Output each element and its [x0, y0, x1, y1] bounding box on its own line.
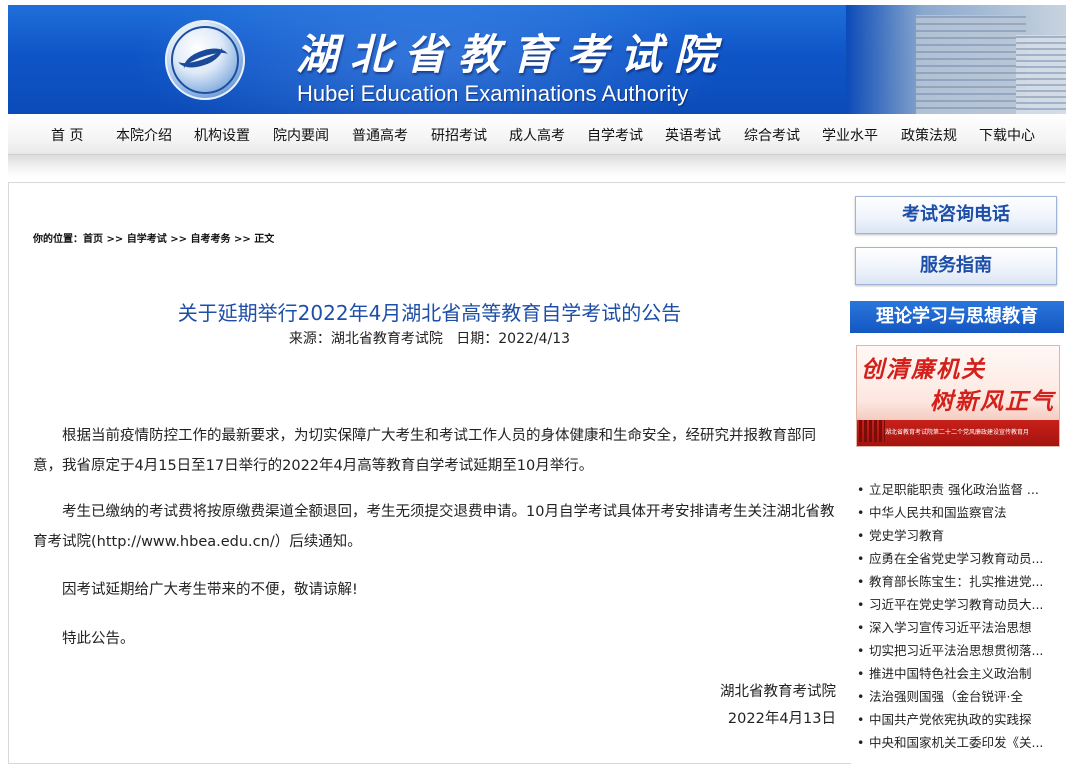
article-paragraph: 因考试延期给广大考生带来的不便，敬请谅解! — [62, 582, 358, 598]
bullet-icon: • — [857, 620, 865, 635]
news-item[interactable]: • 深入学习宣传习近平法治思想 — [857, 617, 1063, 637]
bullet-icon: • — [857, 597, 865, 612]
nav-item-general[interactable]: 综合考试 — [744, 125, 800, 145]
bullet-icon: • — [857, 551, 865, 566]
bullet-icon: • — [857, 712, 865, 727]
news-item[interactable]: • 切实把习近平法治思想贯彻落... — [857, 640, 1063, 660]
breadcrumb-current: 正文 — [254, 234, 275, 245]
nav-item-policy[interactable]: 政策法规 — [901, 125, 957, 145]
news-item-label: 习近平在党史学习教育动员大... — [868, 597, 1044, 612]
nav-item-adult[interactable]: 成人高考 — [509, 125, 565, 145]
promo-line-2: 树新风正气 — [930, 388, 1055, 415]
news-item-label: 中央和国家机关工委印发《关... — [868, 735, 1044, 750]
breadcrumb: 你的位置：首页 >> 自学考试 >> 自考考务 >> 正文 — [33, 230, 274, 245]
news-item-label: 深入学习宣传习近平法治思想 — [868, 620, 1032, 635]
signature-org: 湖北省教育考试院 — [720, 684, 836, 700]
site-banner: 湖北省教育考试院 Hubei Education Examinations Au… — [8, 5, 1066, 114]
sidebar: 考试咨询电话 服务指南 理论学习与思想教育 创清廉机关 树新风正气 湖北省教育考… — [849, 182, 1065, 763]
news-item[interactable]: • 教育部长陈宝生：扎实推进党... — [857, 571, 1063, 591]
main-nav: 首 页 本院介绍 机构设置 院内要闻 普通高考 研招考试 成人高考 自学考试 英… — [8, 114, 1066, 155]
nav-item-about[interactable]: 本院介绍 — [116, 125, 172, 145]
news-item-label: 中华人民共和国监察官法 — [868, 505, 1007, 520]
news-item-label: 法治强则国强（金台锐评·全 — [868, 689, 1023, 704]
news-item-label: 应勇在全省党史学习教育动员... — [868, 551, 1044, 566]
news-item-label: 切实把习近平法治思想贯彻落... — [868, 643, 1044, 658]
article-paragraph: 特此公告。 — [62, 631, 135, 647]
news-item-label: 立足职能职责 强化政治监督 ... — [868, 482, 1039, 497]
breadcrumb-prefix: 你的位置： — [33, 234, 83, 245]
article-title: 关于延期举行2022年4月湖北省高等教育自学考试的公告 — [177, 301, 682, 325]
news-item-label: 党史学习教育 — [868, 528, 944, 543]
news-item-label: 中国共产党依宪执政的实践探 — [868, 712, 1032, 727]
breadcrumb-selfstudy[interactable]: 自学考试 — [127, 234, 167, 245]
integrity-promo-banner[interactable]: 创清廉机关 树新风正气 湖北省教育考试院第二十二个党风廉政建设宣传教育月 — [856, 345, 1060, 447]
bullet-icon: • — [857, 505, 865, 520]
nav-item-selfstudy[interactable]: 自学考试 — [587, 125, 643, 145]
news-item-label: 教育部长陈宝生：扎实推进党... — [868, 574, 1044, 589]
building-image — [846, 5, 1066, 114]
news-item[interactable]: • 中国共产党依宪执政的实践探 — [857, 709, 1063, 729]
exam-hotline-button[interactable]: 考试咨询电话 — [855, 196, 1057, 234]
nav-item-postgrad[interactable]: 研招考试 — [431, 125, 487, 145]
article-paragraph: 考生已缴纳的考试费将按原缴费渠道全额退回，考生无须提交退费申请。10月自学考试具… — [33, 504, 835, 550]
news-item[interactable]: • 习近平在党史学习教育动员大... — [857, 594, 1063, 614]
bullet-icon: • — [857, 689, 865, 704]
news-item[interactable]: • 立足职能职责 强化政治监督 ... — [857, 479, 1063, 499]
nav-item-academic[interactable]: 学业水平 — [822, 125, 878, 145]
bullet-icon: • — [857, 666, 865, 681]
breadcrumb-sep: >> — [103, 234, 127, 245]
building-tower-2 — [1016, 35, 1066, 114]
breadcrumb-sep: >> — [166, 234, 191, 245]
nav-shadow — [8, 155, 1066, 177]
bullet-icon: • — [857, 574, 865, 589]
promo-caption: 湖北省教育考试院第二十二个党风廉政建设宣传教育月 — [885, 429, 1030, 436]
article-paragraph: 根据当前疫情防控工作的最新要求，为切实保障广大考生和考试工作人员的身体健康和生命… — [33, 428, 816, 474]
news-item[interactable]: • 党史学习教育 — [857, 525, 1063, 545]
news-item-label: 推进中国特色社会主义政治制 — [868, 666, 1032, 681]
breadcrumb-home[interactable]: 首页 — [83, 234, 103, 245]
hbea-logo-icon[interactable] — [165, 20, 245, 100]
nav-item-download[interactable]: 下载中心 — [979, 125, 1035, 145]
news-item[interactable]: • 法治强则国强（金台锐评·全 — [857, 686, 1063, 706]
news-item[interactable]: • 应勇在全省党史学习教育动员... — [857, 548, 1063, 568]
bullet-icon: • — [857, 482, 865, 497]
nav-item-structure[interactable]: 机构设置 — [194, 125, 250, 145]
nav-item-news[interactable]: 院内要闻 — [273, 125, 329, 145]
news-item[interactable]: • 推进中国特色社会主义政治制 — [857, 663, 1063, 683]
article-meta: 来源：湖北省教育考试院 日期：2022/4/13 — [288, 331, 571, 347]
bullet-icon: • — [857, 528, 865, 543]
breadcrumb-sep: >> — [230, 234, 255, 245]
article-panel: 你的位置：首页 >> 自学考试 >> 自考考务 >> 正文 关于延期举行2022… — [8, 182, 851, 764]
theory-education-header[interactable]: 理论学习与思想教育 — [850, 301, 1064, 333]
skyline-icon — [859, 420, 885, 442]
bullet-icon: • — [857, 735, 865, 750]
site-title-en: Hubei Education Examinations Authority — [297, 81, 689, 106]
news-item[interactable]: • 中华人民共和国监察官法 — [857, 502, 1063, 522]
nav-item-gaokao[interactable]: 普通高考 — [352, 125, 408, 145]
service-guide-button[interactable]: 服务指南 — [855, 247, 1057, 285]
nav-item-english[interactable]: 英语考试 — [665, 125, 721, 145]
building-tower — [916, 15, 1026, 114]
promo-line-1: 创清廉机关 — [861, 356, 986, 383]
signature-date: 2022年4月13日 — [727, 711, 836, 727]
site-title-cn: 湖北省教育考试院 — [296, 30, 729, 79]
nav-item-home[interactable]: 首 页 — [51, 125, 83, 145]
news-item[interactable]: • 中央和国家机关工委印发《关... — [857, 732, 1063, 752]
bullet-icon: • — [857, 643, 865, 658]
breadcrumb-affairs[interactable]: 自考考务 — [190, 234, 230, 245]
